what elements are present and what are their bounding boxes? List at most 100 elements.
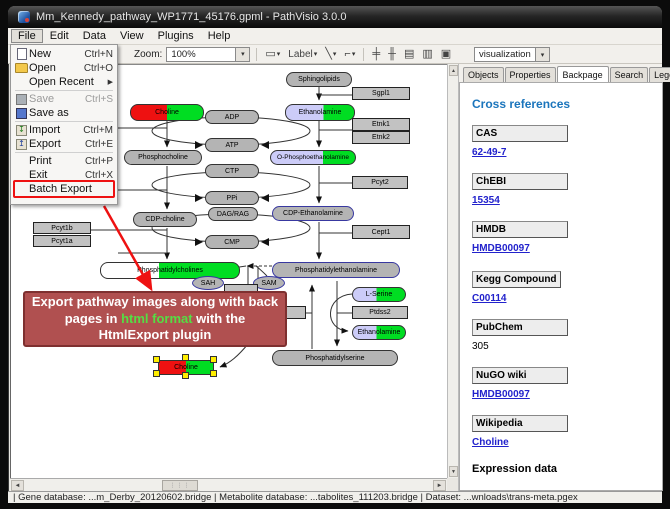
tab-properties[interactable]: Properties — [505, 67, 556, 82]
label-tool-button[interactable]: Label▾ — [286, 46, 319, 62]
pathway-node-sphingolipids[interactable]: Sphingolipids — [286, 72, 352, 87]
xref-link[interactable]: 62-49-7 — [472, 147, 506, 158]
selection-handle[interactable] — [182, 372, 189, 379]
gene-node-unlabeled[interactable] — [284, 306, 306, 319]
zoom-combobox[interactable]: 100% ▾ — [166, 47, 250, 62]
scroll-up-icon[interactable]: ▲ — [449, 65, 458, 76]
save-icon — [14, 94, 29, 105]
line-tool-icon: ╲ — [325, 49, 332, 60]
connector-tool-button[interactable]: ⌐▾ — [342, 46, 357, 62]
canvas-horizontal-scrollbar[interactable]: ◄ ► ⋮⋮⋮ — [10, 478, 447, 491]
common-size-icon: ▣ — [441, 49, 451, 60]
pathway-node-phosphatidylcholines[interactable]: Phosphatidylcholines — [100, 262, 240, 279]
menu-help[interactable]: Help — [201, 29, 238, 43]
menu-item-import[interactable]: ↧ Import Ctrl+M — [11, 123, 117, 137]
menu-item-export[interactable]: ↥ Export Ctrl+E — [11, 137, 117, 151]
stack-vertical-button[interactable]: ▤ — [402, 46, 416, 62]
line-tool-button[interactable]: ╲▾ — [323, 46, 338, 62]
common-size-button[interactable]: ▣ — [439, 46, 453, 62]
xref-section-cas: CAS 62-49-7 — [472, 125, 662, 160]
gene-node-etnk2[interactable]: Etnk2 — [352, 131, 410, 144]
pathway-node-atp[interactable]: ATP — [205, 138, 259, 152]
xref-link[interactable]: Choline — [472, 437, 509, 448]
gene-node-sgpl1[interactable]: Sgpl1 — [352, 87, 410, 100]
xref-source-name: PubChem — [472, 319, 568, 336]
selection-handle[interactable] — [153, 370, 160, 377]
pathway-node-o-phosphoethanolamine[interactable]: O-Phosphoethanolamine — [270, 150, 356, 165]
tab-backpage[interactable]: Backpage — [557, 66, 609, 83]
backpage-content: Cross references CAS 62-49-7 ChEBI 15354… — [459, 82, 663, 491]
pathway-node-phosphatidylethanolamine[interactable]: Phosphatidylethanolamine — [272, 262, 400, 278]
menu-item-save[interactable]: Save Ctrl+S — [11, 92, 117, 106]
xref-section-nugo: NuGO wiki HMDB00097 — [472, 367, 662, 402]
datanode-tool-button[interactable]: ▭▾ — [263, 46, 282, 62]
canvas-vertical-scrollbar[interactable]: ▲ ▼ — [447, 64, 458, 478]
pathway-node-sah[interactable]: SAH — [192, 276, 224, 290]
tab-legend[interactable]: Legend — [649, 67, 670, 82]
gene-node-etnk1[interactable]: Etnk1 — [352, 118, 410, 131]
gene-node-pcyt2[interactable]: Pcyt2 — [352, 176, 408, 189]
gene-node-pcyt1b[interactable]: Pcyt1b — [33, 222, 91, 234]
visualization-value: visualization — [475, 49, 535, 60]
menu-item-new[interactable]: New Ctrl+N — [11, 47, 117, 61]
export-annotation-callout: Export pathway images along with back pa… — [23, 291, 287, 347]
pathway-node-ppi[interactable]: PPi — [205, 191, 259, 205]
pathvisio-app-icon — [18, 11, 30, 23]
menu-item-open[interactable]: Open Ctrl+O — [11, 61, 117, 75]
scroll-down-icon[interactable]: ▼ — [449, 466, 458, 477]
scrollbar-thumb[interactable]: ⋮⋮⋮ — [162, 480, 198, 491]
chevron-down-icon[interactable]: ▾ — [235, 48, 249, 61]
screenshot-frame: Mm_Kennedy_pathway_WP1771_45176.gpml - P… — [0, 0, 670, 509]
menu-item-batch-export[interactable]: Batch Export — [11, 182, 117, 196]
pathway-node-ctp[interactable]: CTP — [205, 164, 259, 178]
gene-node-cept1[interactable]: Cept1 — [352, 225, 410, 239]
xref-section-kegg: Kegg Compound C00114 — [472, 269, 662, 306]
selection-handle[interactable] — [153, 356, 160, 363]
pathway-node-choline-top[interactable]: Choline — [130, 104, 204, 121]
pathway-node-cdp-choline[interactable]: CDP-choline — [133, 212, 197, 227]
menu-view[interactable]: View — [113, 29, 151, 43]
pathway-node-l-serine[interactable]: L-Serine — [352, 287, 406, 302]
side-panel-tabs: Objects Properties Backpage Search Legen… — [459, 64, 662, 83]
scroll-left-icon[interactable]: ◄ — [11, 480, 24, 491]
stack-horizontal-button[interactable]: ▥ — [420, 46, 434, 62]
pathway-node-phosphatidylserine[interactable]: Phosphatidylserine — [272, 350, 398, 366]
xref-link[interactable]: C00114 — [472, 293, 506, 304]
xref-link[interactable]: HMDB00097 — [472, 243, 530, 254]
selection-handle[interactable] — [210, 356, 217, 363]
zoom-value: 100% — [167, 49, 235, 60]
pathway-node-phosphocholine[interactable]: Phosphocholine — [124, 150, 202, 165]
align-horizontal-center-button[interactable]: ╪ — [370, 46, 382, 62]
selection-handle[interactable] — [182, 354, 189, 361]
xref-source-name: Wikipedia — [472, 415, 568, 432]
menu-file[interactable]: File — [11, 29, 43, 43]
pathway-node-dag-rag[interactable]: DAG/RAG — [208, 207, 258, 221]
selection-handle[interactable] — [210, 370, 217, 377]
xref-link[interactable]: 15354 — [472, 195, 500, 206]
gene-node-ptdss2[interactable]: Ptdss2 — [352, 306, 408, 319]
chevron-down-icon[interactable]: ▾ — [535, 48, 549, 61]
menu-data[interactable]: Data — [76, 29, 113, 43]
visualization-combobox[interactable]: visualization ▾ — [474, 47, 550, 62]
pathway-node-cmp[interactable]: CMP — [205, 235, 259, 249]
pathway-node-ethanolamine[interactable]: Ethanolamine — [285, 104, 355, 121]
tab-search[interactable]: Search — [610, 67, 649, 82]
xref-link[interactable]: HMDB00097 — [472, 389, 530, 400]
toolbar-separator — [363, 48, 364, 61]
pathway-node-cdp-ethanolamine[interactable]: CDP-Ethanolamine — [272, 206, 354, 221]
pathway-node-ethanolamine-lower[interactable]: Ethanolamine — [352, 325, 406, 340]
xref-section-chebi: ChEBI 15354 — [472, 173, 662, 208]
menu-edit[interactable]: Edit — [43, 29, 76, 43]
cross-references-heading: Cross references — [472, 97, 662, 111]
annotation-line2: pages in html format with the — [65, 311, 246, 328]
tab-objects[interactable]: Objects — [463, 67, 504, 82]
gene-node-pcyt1a[interactable]: Pcyt1a — [33, 235, 91, 247]
menu-item-exit[interactable]: Exit Ctrl+X — [11, 168, 117, 182]
menu-plugins[interactable]: Plugins — [151, 29, 201, 43]
menu-item-save-as[interactable]: Save as — [11, 106, 117, 120]
menu-item-print[interactable]: Print Ctrl+P — [11, 154, 117, 168]
scroll-right-icon[interactable]: ► — [433, 480, 446, 491]
pathway-node-adp[interactable]: ADP — [205, 110, 259, 124]
align-vertical-center-button[interactable]: ╫ — [386, 46, 398, 62]
menu-item-open-recent[interactable]: Open Recent ▶ — [11, 75, 117, 89]
